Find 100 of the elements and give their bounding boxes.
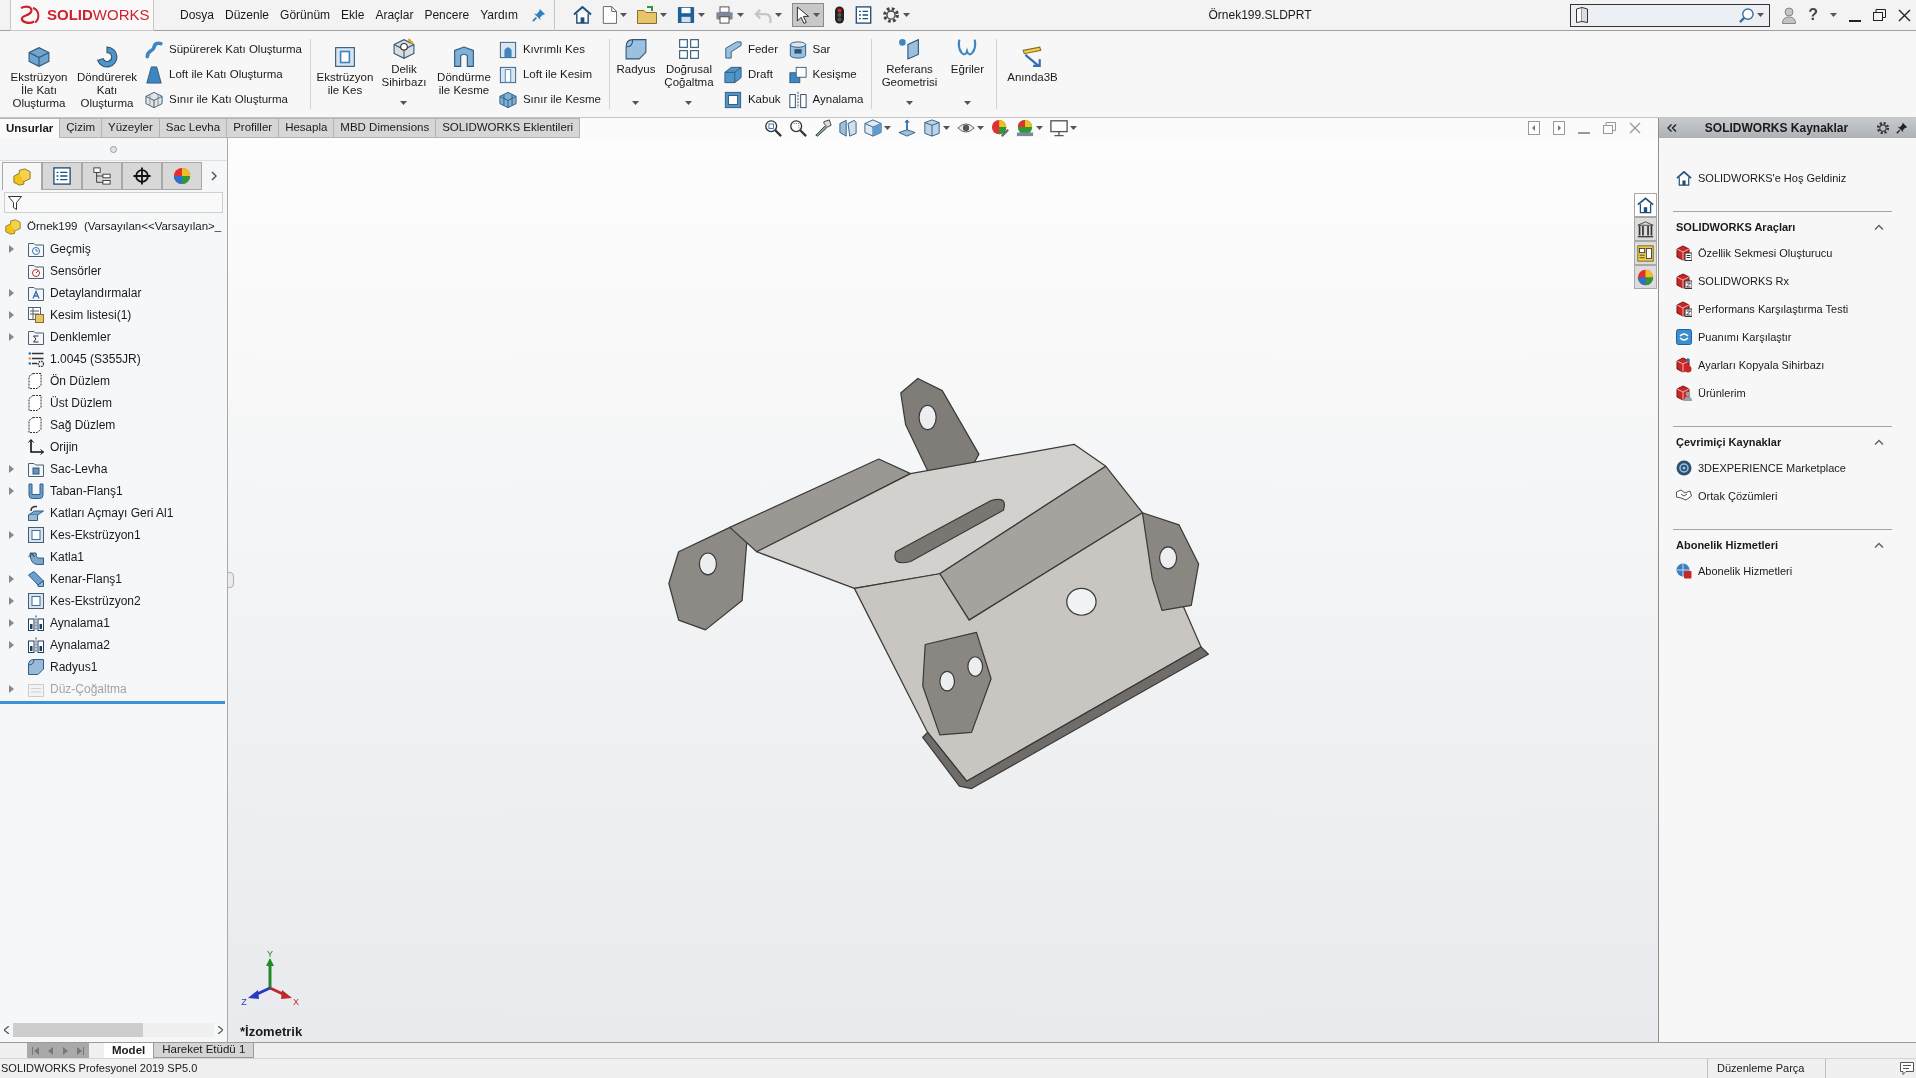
menu-item[interactable]: Araçlar: [375, 6, 414, 24]
ribbon-button[interactable]: Süpürerek Katı Oluşturma: [142, 37, 305, 62]
tree-item[interactable]: Katları Açmayı Geri Al1: [28, 504, 174, 522]
section-cube-icon[interactable]: [839, 119, 858, 137]
tree-item[interactable]: Orijin: [28, 438, 78, 456]
command-tab[interactable]: Unsurlar: [0, 118, 61, 138]
tree-item[interactable]: Örnek199 (Varsayılan<<Varsayılan>_: [5, 218, 222, 236]
home-icon[interactable]: [572, 6, 592, 24]
tree-item[interactable]: Radyus1: [28, 658, 98, 676]
ribbon-button[interactable]: Sınır ile Katı Oluşturma: [142, 87, 305, 112]
command-tab[interactable]: SOLIDWORKS Eklentileri: [436, 118, 581, 138]
collapse-chevron-icon[interactable]: [1874, 542, 1884, 548]
ribbon-button[interactable]: Delik Sihirbazı: [375, 31, 432, 117]
command-tab[interactable]: Hesapla: [279, 118, 335, 138]
task-pane-link[interactable]: Ortak Çözümleri: [1673, 485, 1892, 507]
bottom-tab[interactable]: Hareket Etüdü 1: [153, 1043, 255, 1058]
pointer-button[interactable]: [791, 3, 824, 27]
menu-item[interactable]: Ekle: [341, 6, 365, 24]
tree-item[interactable]: Ön Düzlem: [28, 372, 111, 390]
caret-icon[interactable]: [902, 13, 910, 17]
ribbon-button[interactable]: Aynalama: [785, 87, 867, 112]
magnifier-icon[interactable]: [789, 119, 808, 137]
caret-icon[interactable]: [943, 126, 951, 130]
tree-item[interactable]: Kes-Ekstrüzyon2: [28, 592, 141, 610]
settings-icon[interactable]: [1876, 121, 1890, 135]
ribbon-button[interactable]: Loft ile Katı Oluşturma: [142, 62, 305, 87]
tree-item[interactable]: Katla1: [28, 548, 85, 566]
command-tab[interactable]: Profiller: [227, 118, 280, 138]
ribbon-button[interactable]: Eğriler: [943, 31, 992, 117]
welcome-link[interactable]: SOLIDWORKS'e Hoş Geldiniz: [1673, 167, 1892, 189]
ribbon-button[interactable]: Feder: [720, 37, 784, 62]
list-icon[interactable]: [854, 6, 872, 24]
command-tab[interactable]: Yüzeyler: [102, 118, 160, 138]
tree-item[interactable]: Geçmiş: [28, 240, 91, 258]
caret-icon[interactable]: [977, 126, 985, 130]
caret-icon[interactable]: [1830, 13, 1837, 17]
ribbon-button[interactable]: Draft: [720, 62, 784, 87]
menu-item[interactable]: Görünüm: [280, 6, 331, 24]
task-pane-tab[interactable]: [1633, 241, 1657, 265]
expand-arrow-icon[interactable]: [8, 289, 14, 297]
task-pane-link[interactable]: SOLIDWORKS Rx: [1673, 270, 1892, 292]
logo-tab[interactable]: SOLIDWORKS: [10, 0, 154, 31]
ribbon-button[interactable]: Radyus: [614, 31, 657, 117]
scroll-left-icon[interactable]: [4, 1026, 9, 1034]
expand-arrow-icon[interactable]: [8, 245, 14, 253]
panel-tab[interactable]: [122, 162, 162, 190]
menu-item[interactable]: Düzenle: [225, 6, 270, 24]
tree-item[interactable]: Taban-Flanş1: [28, 482, 123, 500]
command-tab[interactable]: Sac Levha: [159, 118, 228, 138]
caret-icon[interactable]: [619, 13, 627, 17]
collapse-chevron-icon[interactable]: [1874, 439, 1884, 445]
message-icon[interactable]: [1900, 1062, 1914, 1075]
new-document-icon[interactable]: [601, 6, 617, 24]
filter-field[interactable]: [4, 192, 223, 213]
caret-icon[interactable]: [884, 126, 892, 130]
ribbon-button[interactable]: Döndürerek Katı Oluşturma: [74, 31, 140, 117]
tree-item[interactable]: Kesim listesi(1): [28, 306, 132, 324]
bottom-tab[interactable]: Model: [104, 1043, 154, 1058]
caret-icon[interactable]: [1036, 126, 1044, 130]
settings-icon[interactable]: [881, 6, 900, 24]
tree-item[interactable]: Aynalama1: [28, 614, 110, 632]
scrollbar-thumb[interactable]: [13, 1023, 143, 1037]
expand-arrow-icon[interactable]: [8, 487, 14, 495]
expand-arrow-icon[interactable]: [8, 575, 14, 583]
expand-arrow-icon[interactable]: [8, 465, 14, 473]
slanted-tool-icon[interactable]: [814, 119, 833, 137]
tree-item[interactable]: Sensörler: [28, 262, 102, 280]
printer-icon[interactable]: [714, 6, 734, 24]
person-icon[interactable]: [1782, 6, 1797, 24]
task-pane-link[interactable]: Ayarları Kopyala Sihirbazı: [1673, 354, 1892, 376]
caret-icon[interactable]: [1070, 126, 1078, 130]
ribbon-button[interactable]: Anında3B: [1002, 31, 1063, 117]
ribbon-button[interactable]: Ekstrüzyon İle Katı Oluşturma: [6, 31, 72, 117]
ribbon-button[interactable]: Sar: [785, 37, 867, 62]
magnifier-square-icon[interactable]: [764, 119, 783, 137]
double-chevron-left-icon[interactable]: [1667, 124, 1677, 132]
ribbon-button[interactable]: Loft ile Kesim: [495, 62, 604, 87]
open-folder-icon[interactable]: [636, 6, 657, 24]
panel-tab[interactable]: [82, 162, 122, 190]
expand-arrow-icon[interactable]: [8, 531, 14, 539]
expand-arrow-icon[interactable]: [8, 311, 14, 319]
monitor-icon[interactable]: [1050, 119, 1069, 137]
tree-item[interactable]: 1.0045 (S355JR): [28, 350, 141, 368]
caret-icon[interactable]: [736, 13, 744, 17]
expand-arrow-icon[interactable]: [8, 597, 14, 605]
ribbon-button[interactable]: Kıvrımlı Kes: [495, 37, 604, 62]
tree-item[interactable]: Sac-Levha: [28, 460, 108, 478]
task-pane-link[interactable]: Abonelik Hizmetleri: [1673, 560, 1892, 582]
restore-icon[interactable]: [1873, 9, 1886, 21]
ribbon-button[interactable]: Döndürme ile Kesme: [433, 31, 494, 117]
right-pane-icon[interactable]: [1553, 121, 1565, 135]
menu-item[interactable]: Pencere: [424, 6, 470, 24]
tree-item[interactable]: Kes-Ekstrüzyon1: [28, 526, 141, 544]
ribbon-button[interactable]: Sınır ile Kesme: [495, 87, 604, 112]
task-pane-link[interactable]: Puanımı Karşılaştır: [1673, 326, 1892, 348]
tree-item[interactable]: Detaylandırmalar: [28, 284, 142, 302]
help-button[interactable]: ?: [1808, 7, 1818, 23]
expand-arrow-icon[interactable]: [8, 619, 14, 627]
expand-arrow-icon[interactable]: [8, 333, 14, 341]
sphere-scene-icon[interactable]: [1016, 119, 1035, 137]
